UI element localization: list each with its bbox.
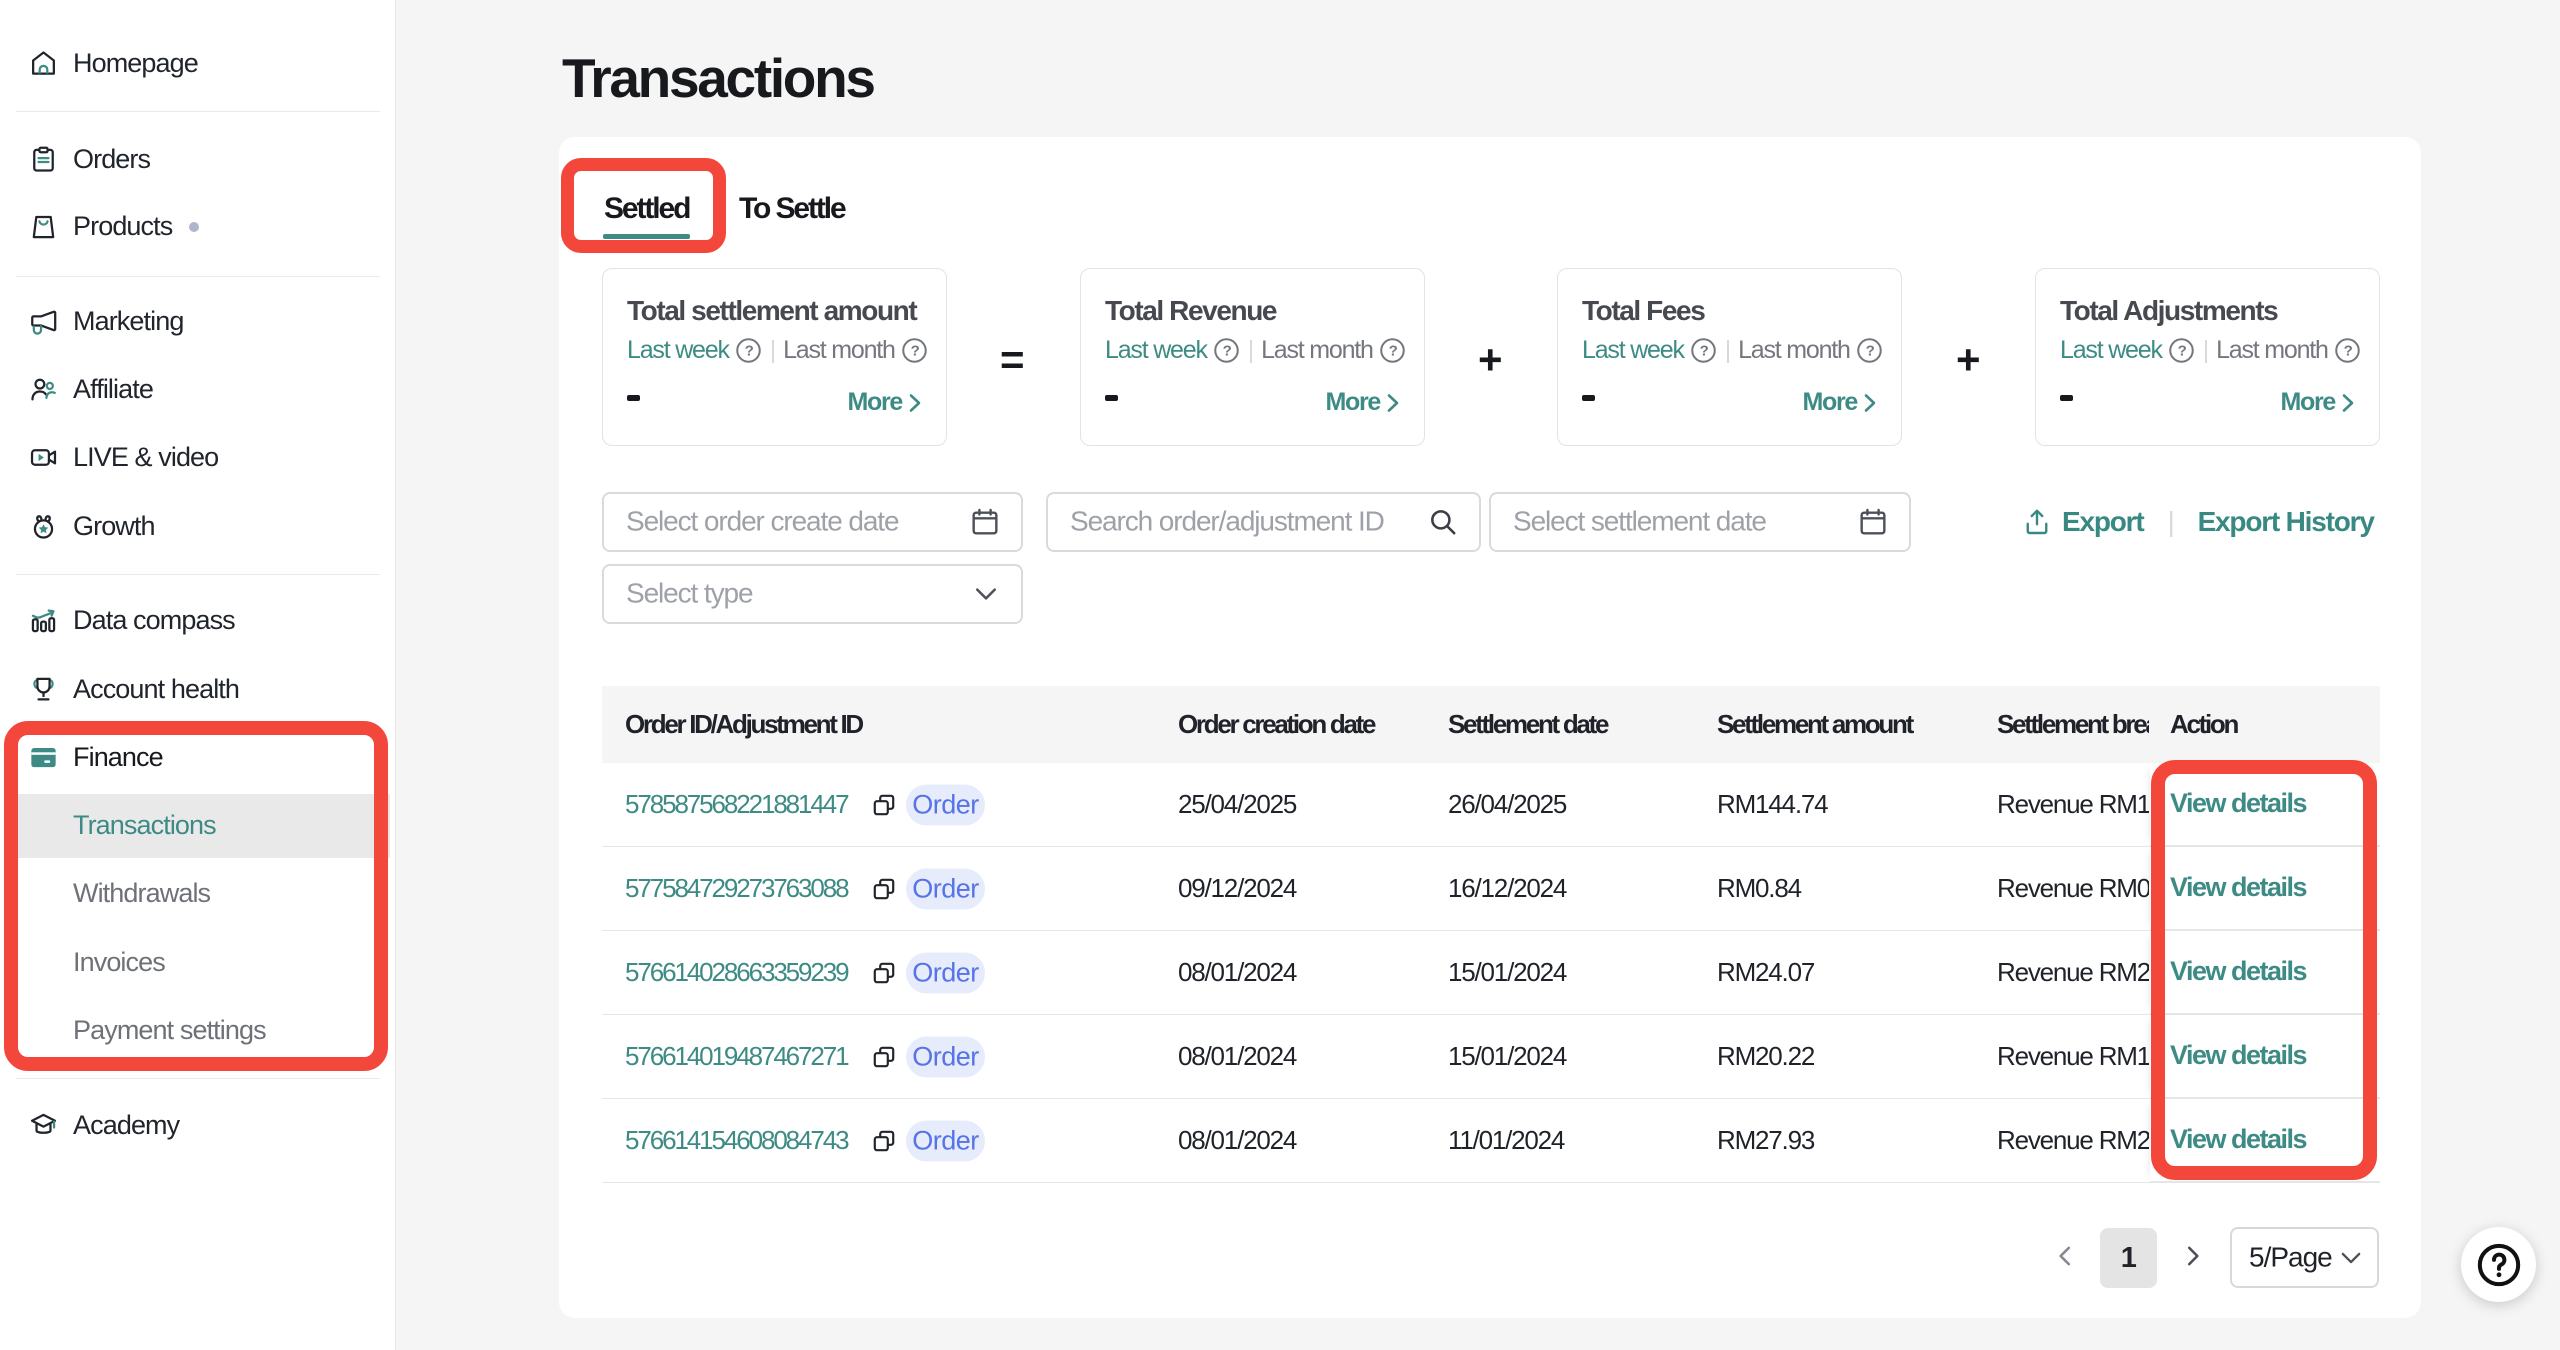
svg-text:?: ? xyxy=(1388,342,1397,359)
svg-text:?: ? xyxy=(2343,342,2352,359)
svg-text:?: ? xyxy=(2177,342,2186,359)
svg-text:?: ? xyxy=(1222,342,1231,359)
svg-text:?: ? xyxy=(1865,342,1874,359)
svg-text:?: ? xyxy=(744,342,753,359)
svg-text:?: ? xyxy=(910,342,919,359)
svg-text:?: ? xyxy=(1699,342,1708,359)
